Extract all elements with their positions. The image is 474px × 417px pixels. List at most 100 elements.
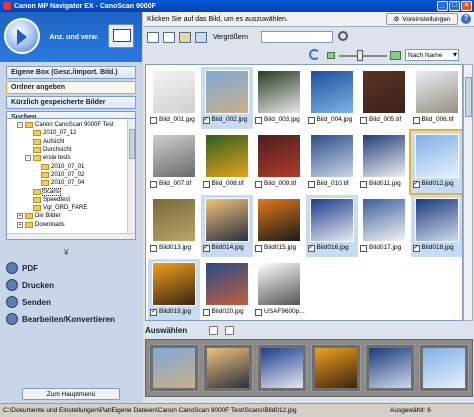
nav-item[interactable]: Kürzlich gespeicherte Bilder	[6, 96, 136, 109]
tray-item[interactable]	[149, 344, 199, 392]
thumbnail-image[interactable]	[309, 134, 354, 178]
thumbnail-item[interactable]: Bild_003.jpg	[253, 67, 305, 129]
thumbnail-image[interactable]	[152, 70, 196, 114]
thumbnail-image[interactable]	[362, 70, 406, 114]
grid-view-icon[interactable]	[163, 31, 175, 43]
tree-item[interactable]: 2010_07_12	[9, 129, 135, 137]
zoom-label[interactable]: Vergrößern	[213, 34, 248, 41]
thumbnail-image[interactable]	[204, 198, 249, 242]
thumbnail-image[interactable]	[204, 262, 249, 306]
tree-horizontal-scrollbar[interactable]	[7, 233, 135, 239]
expand-chevron-icon[interactable]: ¥	[64, 248, 68, 257]
action-item[interactable]: Drucken	[6, 277, 136, 293]
thumbnail-item[interactable]: Bild_004.jpg	[306, 67, 358, 129]
help-icon[interactable]: ?	[461, 14, 471, 24]
thumbnail-image[interactable]	[204, 70, 249, 114]
nav-item[interactable]: Ordner angeben	[6, 81, 136, 94]
thumbnail-item[interactable]: Bild_010.tif	[306, 131, 358, 193]
thumbnail-checkbox[interactable]	[255, 309, 262, 316]
thumbnail-item[interactable]: Bild011.jpg	[358, 131, 410, 193]
thumbnail-image[interactable]	[362, 198, 406, 242]
thumbnail-image[interactable]	[204, 134, 249, 178]
thumbnail-item[interactable]: Bild_008.tif	[201, 131, 253, 193]
action-item[interactable]: PDF	[6, 260, 136, 276]
thumbnail-item[interactable]: ✓ Bild_002.jpg	[200, 67, 253, 129]
search-icon[interactable]	[338, 31, 348, 41]
thumbnail-image[interactable]	[414, 198, 459, 242]
thumbnail-item[interactable]: ✓ Bild012.jpg	[408, 129, 462, 195]
thumbnail-item[interactable]: Bild_005.tif	[358, 67, 410, 129]
thumbnail-checkbox[interactable]: ✓	[150, 309, 157, 316]
tree-item[interactable]: Durchsicht	[9, 146, 135, 154]
thumbnail-checkbox[interactable]: ✓	[307, 245, 315, 252]
thumbnail-image[interactable]	[152, 262, 196, 306]
tree-item[interactable]: 2010_07_04	[9, 179, 135, 187]
thumbnail-checkbox[interactable]	[150, 181, 157, 188]
tree-item[interactable]: 2010_07_01	[9, 162, 135, 170]
thumbnail-checkbox[interactable]	[412, 117, 420, 124]
slider-knob[interactable]	[357, 50, 363, 61]
thumbnail-item[interactable]: ✓ Bild018.jpg	[410, 195, 462, 257]
thumbnail-item[interactable]: ✓ Bild016.jpg	[305, 195, 358, 257]
minimize-button[interactable]: _	[437, 1, 448, 11]
thumbnail-image[interactable]	[309, 198, 354, 242]
thumbnail-item[interactable]: Bild013.jpg	[148, 195, 200, 257]
tray-item[interactable]	[311, 344, 361, 392]
preferences-button[interactable]: ⚙ Voreinstellungen	[386, 13, 458, 25]
maximize-button[interactable]: □	[449, 1, 460, 11]
action-item[interactable]: Bearbeiten/Konvertieren	[6, 311, 136, 327]
thumbnail-item[interactable]: Bild015.jpg	[253, 195, 305, 257]
thumbnail-checkbox[interactable]	[360, 245, 367, 252]
thumbnail-image[interactable]	[152, 198, 196, 242]
thumbnail-item[interactable]: Bild_007.tif	[148, 131, 200, 193]
tree-item[interactable]: Scans	[9, 187, 135, 196]
tree-item[interactable]: - erste tests	[9, 154, 135, 162]
zoom-icon[interactable]	[195, 31, 207, 43]
tray-item[interactable]	[257, 344, 307, 392]
thumbnail-checkbox[interactable]	[202, 309, 210, 316]
search-input[interactable]	[261, 31, 333, 43]
thumbnail-image[interactable]	[257, 198, 301, 242]
tree-item[interactable]: Vgl_GRD_FARE	[9, 204, 135, 212]
tray-item[interactable]	[203, 344, 253, 392]
tray-item[interactable]	[365, 344, 415, 392]
thumbnail-image[interactable]	[362, 134, 406, 178]
thumbnail-image[interactable]	[309, 70, 354, 114]
nav-item[interactable]: Eigene Box (Gesc./import. Bild.)	[6, 66, 136, 79]
navigator-logo-icon[interactable]	[4, 18, 40, 54]
collapse-icon[interactable]: -	[25, 155, 31, 162]
tree-item[interactable]: + Downloads	[9, 221, 135, 229]
expand-icon[interactable]: +	[17, 213, 23, 220]
collapse-icon[interactable]: -	[17, 122, 23, 129]
thumbnail-item[interactable]: ✓ Bild019.jpg	[148, 259, 200, 320]
thumbnail-size-slider[interactable]	[339, 55, 387, 57]
grid-scrollbar[interactable]	[463, 64, 473, 321]
edit-icon[interactable]	[179, 31, 191, 43]
thumbnail-checkbox[interactable]: ✓	[202, 117, 210, 124]
view-mode-icon[interactable]	[108, 24, 134, 48]
thumbnail-checkbox[interactable]	[255, 117, 262, 124]
tree-item[interactable]: + Div Bilder	[9, 212, 135, 220]
tree-item[interactable]: Speedtest	[9, 196, 135, 204]
thumbnail-checkbox[interactable]	[150, 117, 157, 124]
expand-icon[interactable]: +	[17, 221, 23, 228]
thumbnail-checkbox[interactable]	[255, 181, 262, 188]
thumbnail-item[interactable]: Bild_006.tif	[411, 67, 463, 129]
thumbnail-checkbox[interactable]: ✓	[202, 245, 210, 252]
thumbnail-checkbox[interactable]	[360, 117, 367, 124]
sort-select[interactable]: Nach Name	[405, 49, 459, 61]
thumbnail-checkbox[interactable]: ✓	[412, 245, 420, 252]
tree-item[interactable]: 2010_07_02	[9, 171, 135, 179]
close-button[interactable]: ×	[461, 1, 472, 11]
thumbnail-item[interactable]: Bild017.jpg	[358, 195, 410, 257]
thumbnail-view-icon[interactable]	[147, 31, 159, 43]
deselect-icon[interactable]	[225, 326, 234, 335]
thumbnail-image[interactable]	[414, 70, 459, 114]
thumbnail-item[interactable]: Bild_009.tif	[253, 131, 305, 193]
thumbnail-checkbox[interactable]	[202, 181, 210, 188]
tree-item[interactable]: Aufsicht	[9, 138, 135, 146]
thumbnail-checkbox[interactable]	[307, 117, 315, 124]
select-all-icon[interactable]	[209, 326, 218, 335]
thumbnail-item[interactable]: ✓ Bild014.jpg	[200, 195, 253, 257]
thumbnail-image[interactable]	[257, 134, 301, 178]
